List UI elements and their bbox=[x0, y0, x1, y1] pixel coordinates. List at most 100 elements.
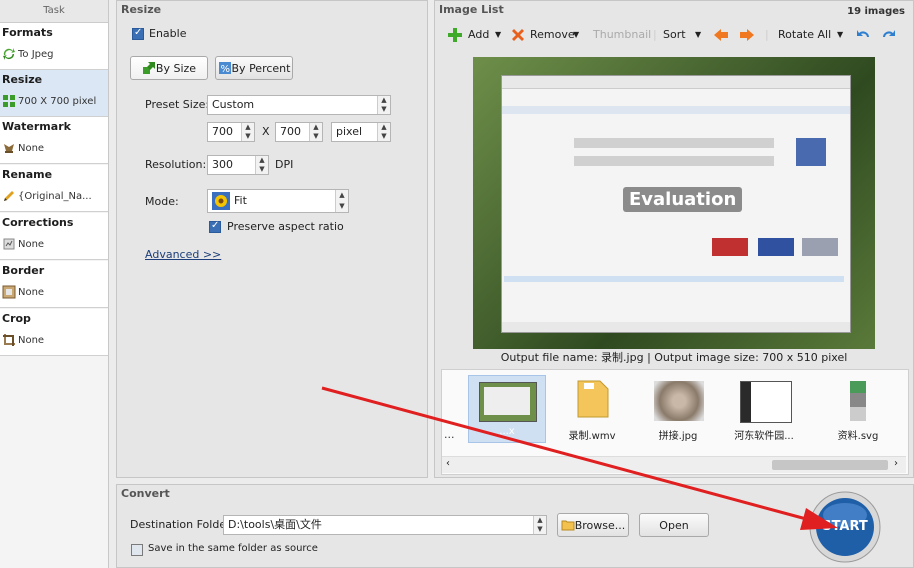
rotate-right-icon[interactable] bbox=[881, 27, 897, 43]
open-button[interactable]: Open bbox=[639, 513, 709, 537]
start-button[interactable]: START bbox=[806, 490, 884, 564]
convert-panel: Convert Destination Folder: D:\tools\桌面\… bbox=[116, 484, 914, 568]
task-title: Rename bbox=[2, 168, 53, 181]
same-folder-label: Save in the same folder as source bbox=[148, 543, 318, 554]
convert-panel-title: Convert bbox=[121, 487, 170, 500]
thumbnail-item[interactable]: 河东软件园... bbox=[726, 375, 802, 442]
task-value: None bbox=[18, 334, 45, 346]
remove-dropdown-icon[interactable]: ▼ bbox=[573, 27, 579, 43]
stepper-arrows-icon: ▲ ▼ bbox=[309, 123, 322, 141]
task-title: Border bbox=[2, 264, 45, 277]
thumbnail-scrollbar[interactable]: ‹ › bbox=[442, 456, 906, 473]
thumbnail-label: ...ⅹ bbox=[499, 426, 515, 437]
resolution-stepper[interactable]: 300 ▲ ▼ bbox=[207, 155, 269, 175]
image-preview[interactable]: Evaluation bbox=[473, 57, 875, 349]
dropdown-arrow-icon: ▲ ▼ bbox=[533, 516, 546, 534]
thumbnail-image-inner bbox=[484, 387, 530, 415]
preserve-aspect-checkbox[interactable] bbox=[209, 220, 221, 233]
thumbnail-label: 资料.svg bbox=[837, 431, 879, 442]
thumbnail-item[interactable]: 资料.svg bbox=[820, 375, 896, 442]
unit-select[interactable]: pixel ▲ ▼ bbox=[331, 122, 391, 142]
add-plus-icon[interactable] bbox=[447, 27, 463, 43]
task-crop[interactable]: Crop None bbox=[0, 309, 108, 356]
pencil-icon bbox=[4, 191, 14, 201]
preset-size-label: Preset Size: bbox=[145, 98, 210, 111]
rotate-left-icon[interactable] bbox=[855, 27, 871, 43]
scroll-right-arrow-icon[interactable]: › bbox=[894, 458, 898, 469]
thumbnail-image-sidebar bbox=[741, 382, 751, 422]
preview-field bbox=[574, 138, 774, 148]
corrections-icon bbox=[3, 238, 15, 250]
task-watermark[interactable]: Watermark None bbox=[0, 117, 108, 164]
by-size-button[interactable]: By Size bbox=[130, 56, 208, 80]
preset-size-select[interactable]: Custom ▲ ▼ bbox=[207, 95, 391, 115]
stepper-arrows-icon: ▲ ▼ bbox=[241, 123, 254, 141]
toolbar-divider: | bbox=[653, 28, 657, 41]
preview-button bbox=[712, 238, 748, 256]
strip-left-ellipsis: ... bbox=[444, 428, 455, 441]
height-stepper[interactable]: 700 ▲ ▼ bbox=[275, 122, 323, 142]
preview-icon bbox=[796, 138, 826, 166]
task-title: Corrections bbox=[2, 216, 74, 229]
image-list-title: Image List bbox=[439, 3, 504, 16]
rotate-dropdown-icon[interactable]: ▼ bbox=[837, 27, 843, 43]
task-title: Formats bbox=[2, 26, 53, 39]
image-count: 19 images bbox=[847, 6, 905, 17]
by-percent-button[interactable]: % By Percent bbox=[215, 56, 293, 80]
thumbnail-image bbox=[654, 381, 704, 421]
task-resize[interactable]: Resize 700 X 700 pixel bbox=[0, 70, 108, 117]
task-border[interactable]: Border None bbox=[0, 261, 108, 308]
task-title: Resize bbox=[2, 73, 43, 86]
open-label: Open bbox=[659, 518, 689, 532]
move-right-arrow-icon[interactable] bbox=[739, 27, 755, 43]
percent-icon: % bbox=[218, 62, 231, 75]
remove-button[interactable]: Remove bbox=[530, 27, 575, 43]
thumbnail-strip: ... ...ⅹ 录制.wmv 拼接.jpg 河东软件园... 资料.svg ‹… bbox=[441, 369, 909, 475]
preview-statusbar bbox=[502, 322, 850, 332]
evaluation-watermark: Evaluation bbox=[623, 187, 743, 212]
sort-dropdown-icon[interactable]: ▼ bbox=[695, 27, 701, 43]
folder-icon bbox=[561, 520, 575, 531]
preserve-aspect-label: Preserve aspect ratio bbox=[227, 220, 344, 233]
thumbnail-item[interactable]: 拼接.jpg bbox=[640, 375, 716, 442]
browse-button[interactable]: Browse... bbox=[557, 513, 629, 537]
thumbnail-label: 录制.wmv bbox=[568, 431, 616, 442]
scrollbar-thumb[interactable] bbox=[772, 460, 888, 470]
resolution-value: 300 bbox=[212, 158, 233, 171]
enable-checkbox[interactable] bbox=[132, 27, 144, 40]
mode-value: Fit bbox=[234, 194, 247, 207]
task-value: 700 X 700 pixel bbox=[18, 95, 97, 107]
width-stepper[interactable]: 700 ▲ ▼ bbox=[207, 122, 255, 142]
mode-select[interactable]: Fit ▲ ▼ bbox=[207, 189, 349, 213]
dpi-label: DPI bbox=[275, 158, 294, 171]
preview-tabbar bbox=[502, 106, 850, 114]
by-percent-label: By Percent bbox=[231, 61, 291, 75]
resize-panel: Resize Enable By Size % By Percent Prese… bbox=[116, 0, 428, 478]
thumbnail-image bbox=[740, 381, 792, 423]
move-left-arrow-icon[interactable] bbox=[713, 27, 729, 43]
scroll-left-arrow-icon[interactable]: ‹ bbox=[446, 458, 450, 469]
task-value: None bbox=[18, 286, 45, 298]
image-list-panel: Image List 19 images Add ▼ Remove ▼ Thum… bbox=[434, 0, 914, 478]
task-rename[interactable]: Rename {Original_Na... bbox=[0, 165, 108, 212]
thumbnail-item[interactable]: 录制.wmv bbox=[554, 375, 630, 442]
thumbnail-label: 拼接.jpg bbox=[658, 431, 698, 442]
same-folder-checkbox[interactable] bbox=[131, 544, 143, 556]
sort-button[interactable]: Sort bbox=[663, 27, 686, 43]
rotate-all-button[interactable]: Rotate All bbox=[778, 27, 831, 43]
task-formats[interactable]: Formats To Jpeg bbox=[0, 23, 108, 70]
destination-folder-value: D:\tools\桌面\文件 bbox=[228, 518, 322, 531]
thumbnail-image bbox=[850, 381, 866, 421]
thumbnail-item-selected[interactable]: ...ⅹ bbox=[468, 375, 546, 443]
destination-folder-label: Destination Folder: bbox=[130, 518, 235, 531]
remove-x-icon[interactable] bbox=[510, 27, 526, 43]
add-button[interactable]: Add bbox=[468, 27, 489, 43]
task-corrections[interactable]: Corrections None bbox=[0, 213, 108, 260]
destination-folder-input[interactable]: D:\tools\桌面\文件 ▲ ▼ bbox=[223, 515, 547, 535]
preset-size-value: Custom bbox=[212, 98, 255, 111]
advanced-link[interactable]: Advanced >> bbox=[145, 248, 221, 261]
add-dropdown-icon[interactable]: ▼ bbox=[495, 27, 501, 43]
thumbnail-button[interactable]: Thumbnail bbox=[593, 27, 651, 43]
task-panel: Task Formats To Jpeg Resize 700 X 700 pi… bbox=[0, 0, 109, 568]
dropdown-arrow-icon: ▲ ▼ bbox=[377, 96, 390, 114]
